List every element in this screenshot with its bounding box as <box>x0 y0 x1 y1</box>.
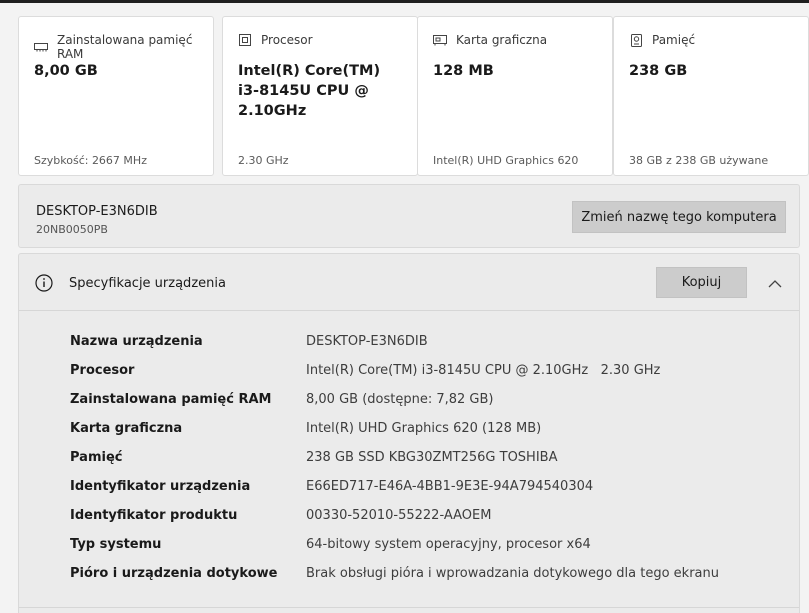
spec-label: Identyfikator produktu <box>70 508 238 523</box>
processor-icon <box>238 34 252 46</box>
card-label: Procesor <box>261 33 313 47</box>
spec-row-ram: Zainstalowana pamięć RAM 8,00 GB (dostęp… <box>19 392 799 414</box>
specifications-header[interactable]: Specyfikacje urządzenia Kopiuj <box>19 254 799 311</box>
graphics-card: Karta graficzna 128 MB Intel(R) UHD Grap… <box>417 16 613 176</box>
device-model: 20NB0050PB <box>36 223 108 236</box>
card-subtext: 2.30 GHz <box>238 154 289 167</box>
spec-label: Typ systemu <box>70 537 162 552</box>
spec-value: 64-bitowy system operacyjny, procesor x6… <box>306 537 591 552</box>
specifications-title: Specyfikacje urządzenia <box>69 276 226 291</box>
hardware-summary-cards: Zainstalowana pamięć RAM 8,00 GB Szybkoś… <box>18 16 809 176</box>
info-icon <box>35 274 53 292</box>
device-name: DESKTOP-E3N6DIB <box>36 204 158 219</box>
spec-label: Pióro i urządzenia dotykowe <box>70 566 278 581</box>
spec-row-system-type: Typ systemu 64-bitowy system operacyjny,… <box>19 537 799 559</box>
spec-row-device-name: Nazwa urządzenia DESKTOP-E3N6DIB <box>19 334 799 356</box>
storage-icon <box>629 33 643 47</box>
card-value: Intel(R) Core(TM) i3-8145U CPU @ 2.10GHz <box>238 63 381 119</box>
spec-value: 238 GB SSD KBG30ZMT256G TOSHIBA <box>306 450 558 465</box>
spec-row-product-id: Identyfikator produktu 00330-52010-55222… <box>19 508 799 530</box>
graphics-card-icon <box>433 34 447 46</box>
spec-label: Procesor <box>70 363 135 378</box>
spec-value: 00330-52010-55222-AAOEM <box>306 508 492 523</box>
spec-row-device-id: Identyfikator urządzenia E66ED717-E46A-4… <box>19 479 799 501</box>
spec-value: Intel(R) Core(TM) i3-8145U CPU @ 2.10GHz… <box>306 363 661 378</box>
spec-row-storage: Pamięć 238 GB SSD KBG30ZMT256G TOSHIBA <box>19 450 799 472</box>
spec-label: Nazwa urządzenia <box>70 334 203 349</box>
copy-button[interactable]: Kopiuj <box>656 267 747 298</box>
card-label: Karta graficzna <box>456 33 548 47</box>
divider <box>19 607 799 608</box>
spec-value: 8,00 GB (dostępne: 7,82 GB) <box>306 392 494 407</box>
spec-value: Intel(R) UHD Graphics 620 (128 MB) <box>306 421 542 436</box>
card-header: Pamięć <box>629 33 695 47</box>
card-header: Zainstalowana pamięć RAM <box>34 33 213 61</box>
spec-label: Pamięć <box>70 450 123 465</box>
ram-icon <box>34 41 48 53</box>
spec-value: E66ED717-E46A-4BB1-9E3E-94A794540304 <box>306 479 594 494</box>
spec-row-pen-touch: Pióro i urządzenia dotykowe Brak obsługi… <box>19 566 799 588</box>
card-header: Karta graficzna <box>433 33 547 47</box>
storage-card: Pamięć 238 GB 38 GB z 238 GB używane <box>613 16 809 176</box>
card-subtext: Intel(R) UHD Graphics 620 <box>433 154 579 167</box>
card-value: 8,00 GB <box>34 63 98 79</box>
rename-computer-button[interactable]: Zmień nazwę tego komputera <box>572 201 786 233</box>
device-specifications-panel: Specyfikacje urządzenia Kopiuj Nazwa urz… <box>18 253 800 613</box>
device-name-panel: DESKTOP-E3N6DIB 20NB0050PB Zmień nazwę t… <box>18 184 800 248</box>
card-value: 238 GB <box>629 63 688 79</box>
card-header: Procesor <box>238 33 313 47</box>
processor-card: Procesor Intel(R) Core(TM) i3-8145U CPU … <box>222 16 418 176</box>
spec-row-graphics: Karta graficzna Intel(R) UHD Graphics 62… <box>19 421 799 443</box>
spec-row-processor: Procesor Intel(R) Core(TM) i3-8145U CPU … <box>19 363 799 385</box>
card-subtext: Szybkość: 2667 MHz <box>34 154 147 167</box>
spec-label: Identyfikator urządzenia <box>70 479 251 494</box>
card-value: 128 MB <box>433 63 494 79</box>
spec-label: Karta graficzna <box>70 421 183 436</box>
window-top-edge <box>0 0 809 3</box>
ram-card: Zainstalowana pamięć RAM 8,00 GB Szybkoś… <box>18 16 214 176</box>
chevron-up-icon[interactable] <box>767 275 783 288</box>
card-subtext: 38 GB z 238 GB używane <box>629 154 769 167</box>
card-label: Zainstalowana pamięć RAM <box>57 33 193 61</box>
spec-label: Zainstalowana pamięć RAM <box>70 392 272 407</box>
spec-value: DESKTOP-E3N6DIB <box>306 334 428 349</box>
spec-value: Brak obsługi pióra i wprowadzania dotyko… <box>306 566 719 581</box>
card-label: Pamięć <box>652 33 696 47</box>
